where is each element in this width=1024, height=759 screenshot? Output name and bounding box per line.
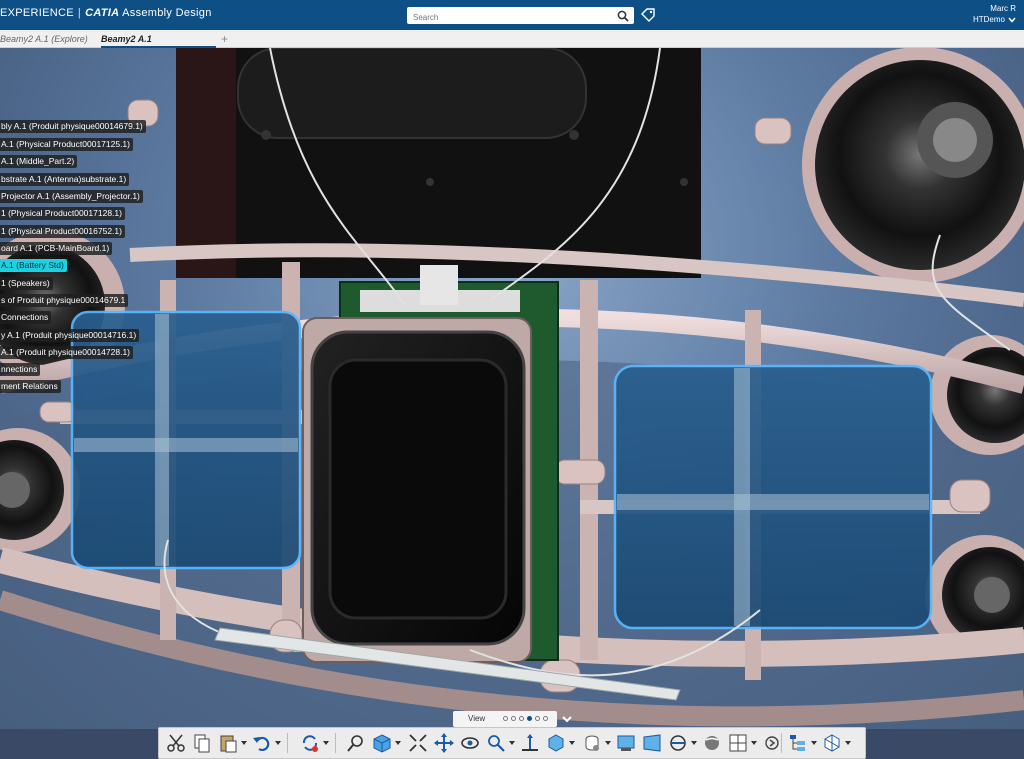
tree-node[interactable]: oard A.1 (PCB-MainBoard.1) [0,242,113,255]
tree-node[interactable]: A.1 (Middle_Part.2) [0,155,78,168]
pan-icon[interactable] [433,732,455,754]
chevron-down-icon[interactable] [1008,17,1016,23]
view-section-bar[interactable]: View [453,711,557,727]
section-dot[interactable] [519,716,524,721]
tab-explore[interactable]: Beamy2 A.1 (Explore) [0,30,95,48]
tab-bar: Beamy2 A.1 (Explore) Beamy2 A.1 + [0,30,1024,48]
tree-node-selected[interactable]: A.1 (Battery Std) [0,259,67,272]
fit-all-icon[interactable] [407,732,429,754]
paste-icon[interactable] [217,732,239,754]
section-dot-active[interactable] [527,716,532,721]
chevron-down-icon[interactable] [691,740,697,746]
app-name: Assembly Design [122,7,212,19]
chevron-down-icon[interactable] [241,740,247,746]
update-icon[interactable] [299,732,321,754]
tree-node[interactable]: bly A.1 (Produit physique00014679.1) [0,120,146,133]
more-icon[interactable] [761,732,783,754]
tab-active[interactable]: Beamy2 A.1 [101,30,216,48]
action-bar [158,727,866,759]
tree-node[interactable]: 1 (Physical Product00017128.1) [0,207,125,220]
brand-logo: CATIA [85,7,120,19]
capture-icon[interactable] [615,732,637,754]
tree-node[interactable]: Connections [0,311,52,324]
zoom-area-icon[interactable] [345,732,367,754]
app-separator: | [77,7,82,19]
top-bar: EXPERIENCE|CATIA Assembly Design Marc R … [0,0,1024,30]
zoom-icon[interactable] [485,732,507,754]
tree-node[interactable]: A.1 (Physical Product00017125.1) [0,138,133,151]
app-prefix: EXPERIENCE [0,7,74,19]
undo-icon[interactable] [251,732,273,754]
tree-node[interactable]: s of Produit physique00014679.1 [0,294,129,307]
normal-view-icon[interactable] [519,732,541,754]
tree-node[interactable]: y A.1 (Produit physique00014716.1) [0,329,140,342]
add-tab-button[interactable]: + [221,32,228,46]
search-icon[interactable] [617,10,629,22]
chevron-down-icon[interactable] [323,740,329,746]
user-tenant: HTDemo [972,15,1005,24]
tree-node[interactable]: A.1 (Produit physique00014728.1) [0,346,134,359]
section-dot[interactable] [535,716,540,721]
view-cube-icon[interactable] [371,732,393,754]
tree-node[interactable]: ment Relations [0,380,61,393]
rotate-icon[interactable] [459,732,481,754]
assembly-scene [0,48,1024,729]
toolbar-separator [335,733,336,753]
section-dot[interactable] [503,716,508,721]
search-box[interactable] [407,7,634,26]
cut-icon[interactable] [165,732,187,754]
chevron-down-icon[interactable] [561,713,573,725]
app-title: EXPERIENCE | CATIA Assembly Design [0,7,212,19]
tree-node[interactable]: 1 (Physical Product00016752.1) [0,225,125,238]
view-mode-icon[interactable] [545,732,567,754]
tag-icon[interactable] [640,7,656,23]
clipping-icon[interactable] [667,732,689,754]
chevron-down-icon[interactable] [845,740,851,746]
compass-icon[interactable] [821,732,843,754]
chevron-down-icon[interactable] [751,740,757,746]
user-menu[interactable]: Marc R HTDemo [973,3,1016,25]
hide-show-icon[interactable] [581,732,603,754]
perspective-icon[interactable] [641,732,663,754]
chevron-down-icon[interactable] [605,740,611,746]
toolbar-separator [781,733,782,753]
section-dot[interactable] [543,716,548,721]
chevron-down-icon[interactable] [509,740,515,746]
chevron-down-icon[interactable] [811,740,817,746]
search-input[interactable] [407,9,607,26]
copy-icon[interactable] [191,732,213,754]
toolbar-separator [287,733,288,753]
tree-icon[interactable] [787,732,809,754]
section-dots[interactable] [503,716,548,721]
multi-view-icon[interactable] [727,732,749,754]
3d-viewport[interactable]: bly A.1 (Produit physique00014679.1) A.1… [0,48,1024,729]
tree-node[interactable]: 1 (Speakers) [0,277,53,290]
tree-node[interactable]: Projector A.1 (Assembly_Projector.1) [0,190,143,203]
battery-right [613,364,933,630]
bottom-area: View [0,711,1024,759]
user-name: Marc R [990,4,1016,13]
tree-node[interactable]: bstrate A.1 (Antenna)substrate.1) [0,173,130,186]
chevron-down-icon[interactable] [395,740,401,746]
section-dot[interactable] [511,716,516,721]
tree-node[interactable]: nnections [0,363,41,376]
chevron-down-icon[interactable] [569,740,575,746]
render-style-icon[interactable] [701,732,723,754]
view-section-label: View [468,714,486,723]
chevron-down-icon[interactable] [275,740,281,746]
